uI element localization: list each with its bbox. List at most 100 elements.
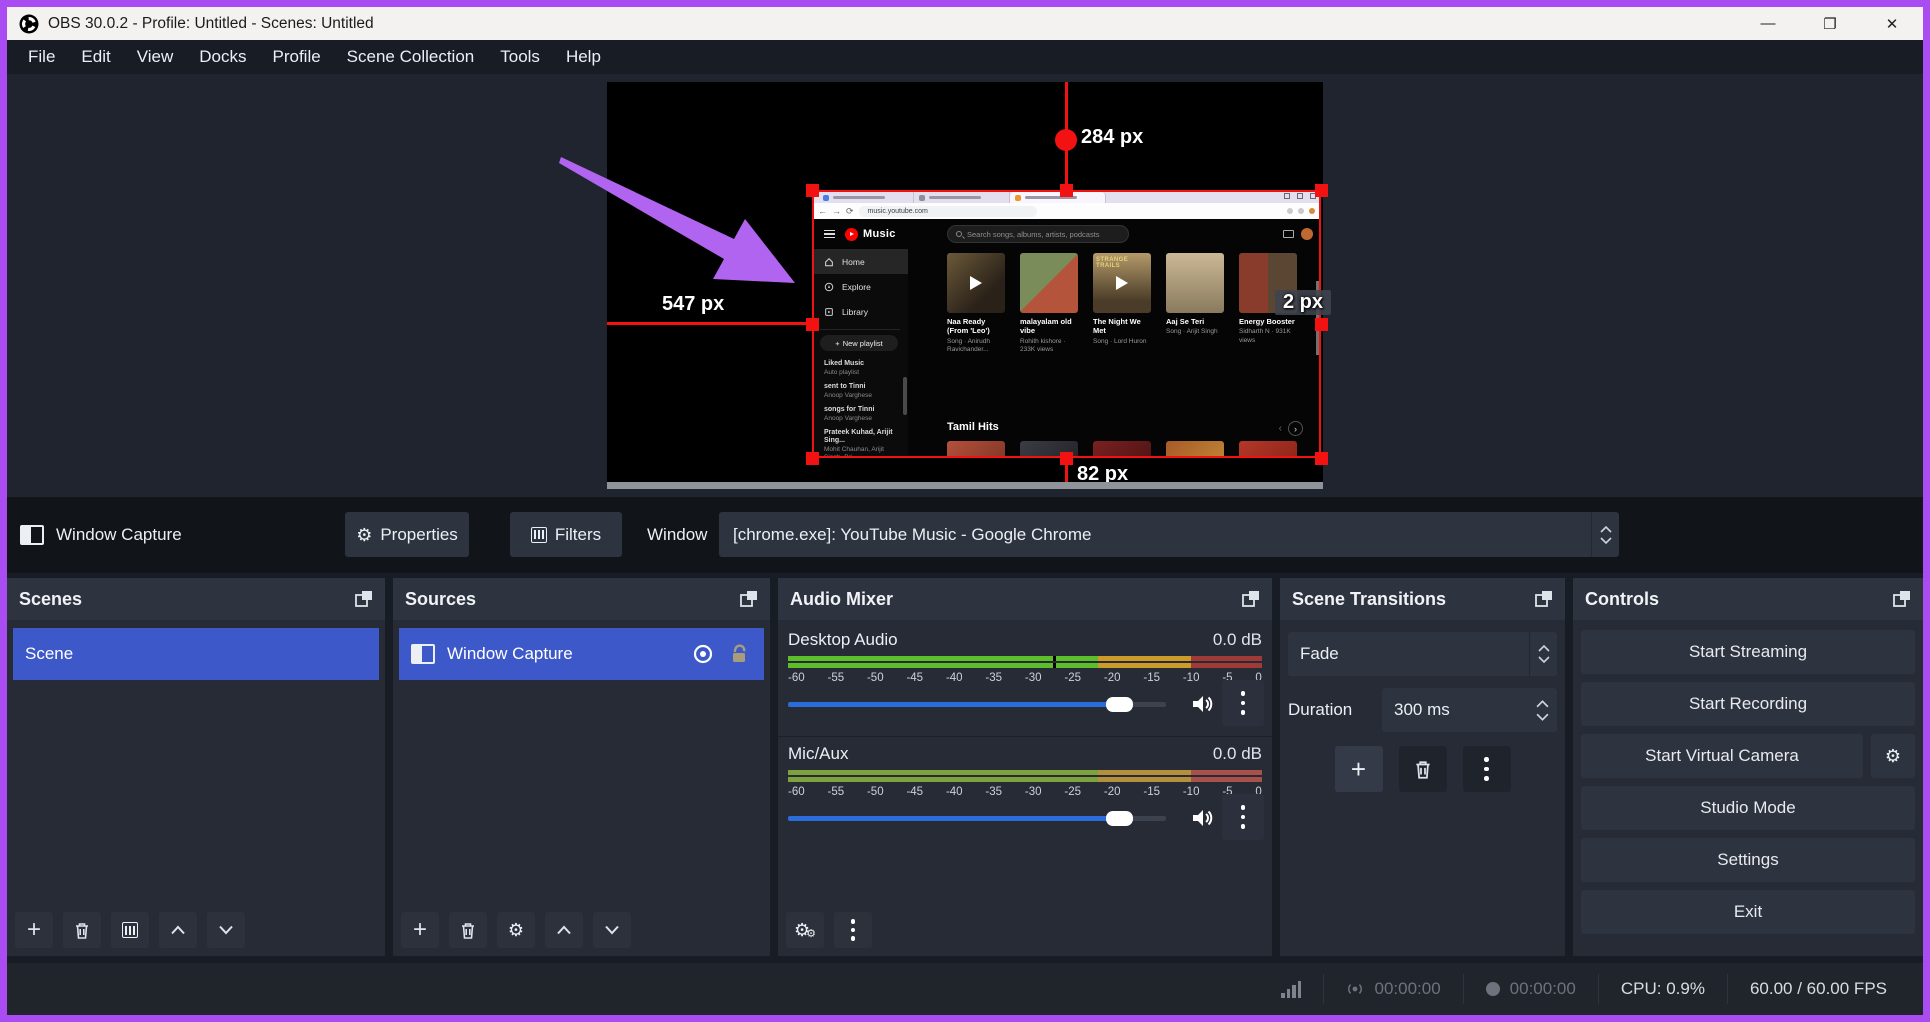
playlist-item: Prateek Kuhad, Arijit Sing... Mohit Chau… (812, 426, 908, 458)
window-select[interactable]: [chrome.exe]: YouTube Music - Google Chr… (719, 512, 1619, 557)
remove-scene-button[interactable] (63, 912, 101, 948)
minimize-button[interactable]: — (1737, 7, 1799, 40)
selection-handle-bottom-right[interactable] (1315, 452, 1328, 465)
unlock-icon[interactable] (730, 643, 748, 665)
chevron-up-icon[interactable] (1536, 700, 1549, 708)
popout-icon[interactable] (1535, 590, 1553, 608)
mixer-options-button[interactable] (834, 912, 872, 948)
add-transition-button[interactable]: + (1335, 746, 1383, 792)
close-button[interactable]: ✕ (1861, 7, 1923, 40)
controls-header: Controls (1573, 578, 1923, 620)
album-art: STRANGE TRAILS (1093, 253, 1151, 313)
studio-mode-button[interactable]: Studio Mode (1581, 786, 1915, 830)
album-art (947, 441, 1005, 458)
popout-icon[interactable] (1893, 590, 1911, 608)
transition-options-button[interactable] (1463, 746, 1511, 792)
move-source-up-button[interactable] (545, 912, 583, 948)
start-streaming-button[interactable]: Start Streaming (1581, 630, 1915, 674)
scene-filters-button[interactable] (111, 912, 149, 948)
mixer-channel-mic-aux: Mic/Aux 0.0 dB -60-55-50-45-40-35-30-25-… (778, 738, 1272, 842)
scene-item[interactable]: Scene (13, 628, 379, 680)
menu-file[interactable]: File (15, 40, 68, 74)
broadcast-icon (1346, 980, 1364, 998)
menu-tools[interactable]: Tools (487, 40, 553, 74)
volume-slider-handle[interactable] (1106, 811, 1133, 826)
transition-select[interactable]: Fade (1288, 632, 1557, 676)
divider (778, 736, 1272, 737)
album-card: Naa Ready (From 'Leo') Song · Anirudh Ra… (947, 253, 1005, 354)
reload-icon: ⟳ (846, 207, 854, 216)
volume-slider[interactable] (788, 816, 1166, 821)
trash-icon (1413, 759, 1433, 780)
menu-view[interactable]: View (124, 40, 187, 74)
cpu-usage: CPU: 0.9% (1599, 979, 1727, 999)
selection-handle-top-left[interactable] (806, 184, 819, 197)
volume-slider-handle[interactable] (1106, 697, 1133, 712)
selected-source-label: Window Capture (20, 512, 182, 557)
start-virtual-camera-button[interactable]: Start Virtual Camera (1581, 734, 1863, 778)
menu-docks[interactable]: Docks (186, 40, 259, 74)
chevron-up-icon (556, 925, 572, 935)
tab-favicon (1015, 195, 1021, 201)
meter-scale: -60-55-50-45-40-35-30-25-20-15-10-50 (788, 672, 1262, 684)
speaker-icon[interactable] (1190, 692, 1214, 716)
popout-icon[interactable] (1242, 590, 1260, 608)
move-source-down-button[interactable] (593, 912, 631, 948)
channel-options-button[interactable] (1222, 794, 1264, 840)
filters-button[interactable]: Filters (510, 512, 622, 557)
add-source-button[interactable]: + (401, 912, 439, 948)
album-art (1239, 441, 1297, 458)
selection-handle-top-right[interactable] (1315, 184, 1328, 197)
network-status (1259, 981, 1323, 998)
properties-button[interactable]: ⚙ Properties (345, 512, 469, 557)
speaker-icon[interactable] (1190, 806, 1214, 830)
measurement-top: 284 px (1081, 126, 1143, 149)
obs-window: OBS 30.0.2 - Profile: Untitled - Scenes:… (7, 7, 1923, 1015)
virtual-camera-settings-button[interactable]: ⚙ (1871, 734, 1915, 778)
album-card: Aaj Se Teri Song · Arijit Singh (1166, 253, 1224, 354)
ytm-brand: Music (863, 228, 896, 240)
sources-panel: Sources Window Capture + ⚙ (393, 578, 770, 956)
captured-window-source[interactable]: ← → ⟳ music.youtube.com Music Search son… (812, 190, 1321, 458)
maximize-button[interactable]: ❐ (1799, 7, 1861, 40)
preview-area: ← → ⟳ music.youtube.com Music Search son… (7, 74, 1923, 497)
chevron-down-icon (218, 925, 234, 935)
move-scene-down-button[interactable] (207, 912, 245, 948)
popout-icon[interactable] (355, 590, 373, 608)
popout-icon[interactable] (740, 590, 758, 608)
menu-help[interactable]: Help (553, 40, 614, 74)
remove-transition-button[interactable] (1399, 746, 1447, 792)
compass-icon (824, 282, 834, 292)
channel-options-button[interactable] (1222, 680, 1264, 726)
advanced-audio-button[interactable]: ⚙⚙ (786, 912, 824, 948)
start-recording-button[interactable]: Start Recording (1581, 682, 1915, 726)
gear-icon: ⚙ (806, 929, 816, 940)
selection-handle-bottom-left[interactable] (806, 452, 819, 465)
scene-transitions-panel: Scene Transitions Fade Duration 300 ms (1280, 578, 1565, 956)
visibility-eye-icon[interactable] (692, 643, 714, 665)
status-bar: 00:00:00 00:00:00 CPU: 0.9% 60.00 / 60.0… (7, 963, 1923, 1015)
chevron-up-icon (170, 925, 186, 935)
exit-button[interactable]: Exit (1581, 890, 1915, 934)
title-bar: OBS 30.0.2 - Profile: Untitled - Scenes:… (7, 7, 1923, 40)
thumbnail-row (947, 441, 1297, 458)
move-scene-up-button[interactable] (159, 912, 197, 948)
settings-button[interactable]: Settings (1581, 838, 1915, 882)
combo-spinner[interactable] (1529, 632, 1557, 676)
url-field: music.youtube.com (859, 206, 1037, 217)
menu-profile[interactable]: Profile (259, 40, 333, 74)
selection-handle-mid-right[interactable] (1315, 318, 1328, 331)
peak-tick (1053, 663, 1056, 668)
remove-source-button[interactable] (449, 912, 487, 948)
combo-spinner[interactable] (1591, 512, 1619, 557)
source-properties-button[interactable]: ⚙ (497, 912, 535, 948)
chevron-down-icon[interactable] (1536, 713, 1549, 721)
chrome-tab (914, 192, 1010, 203)
volume-slider[interactable] (788, 702, 1166, 707)
ytm-nav-explore: Explore (812, 274, 908, 299)
add-scene-button[interactable]: + (15, 912, 53, 948)
menu-edit[interactable]: Edit (68, 40, 123, 74)
source-item-window-capture[interactable]: Window Capture (399, 628, 764, 680)
menu-scene-collection[interactable]: Scene Collection (334, 40, 488, 74)
duration-spinbox[interactable]: 300 ms (1382, 688, 1557, 732)
